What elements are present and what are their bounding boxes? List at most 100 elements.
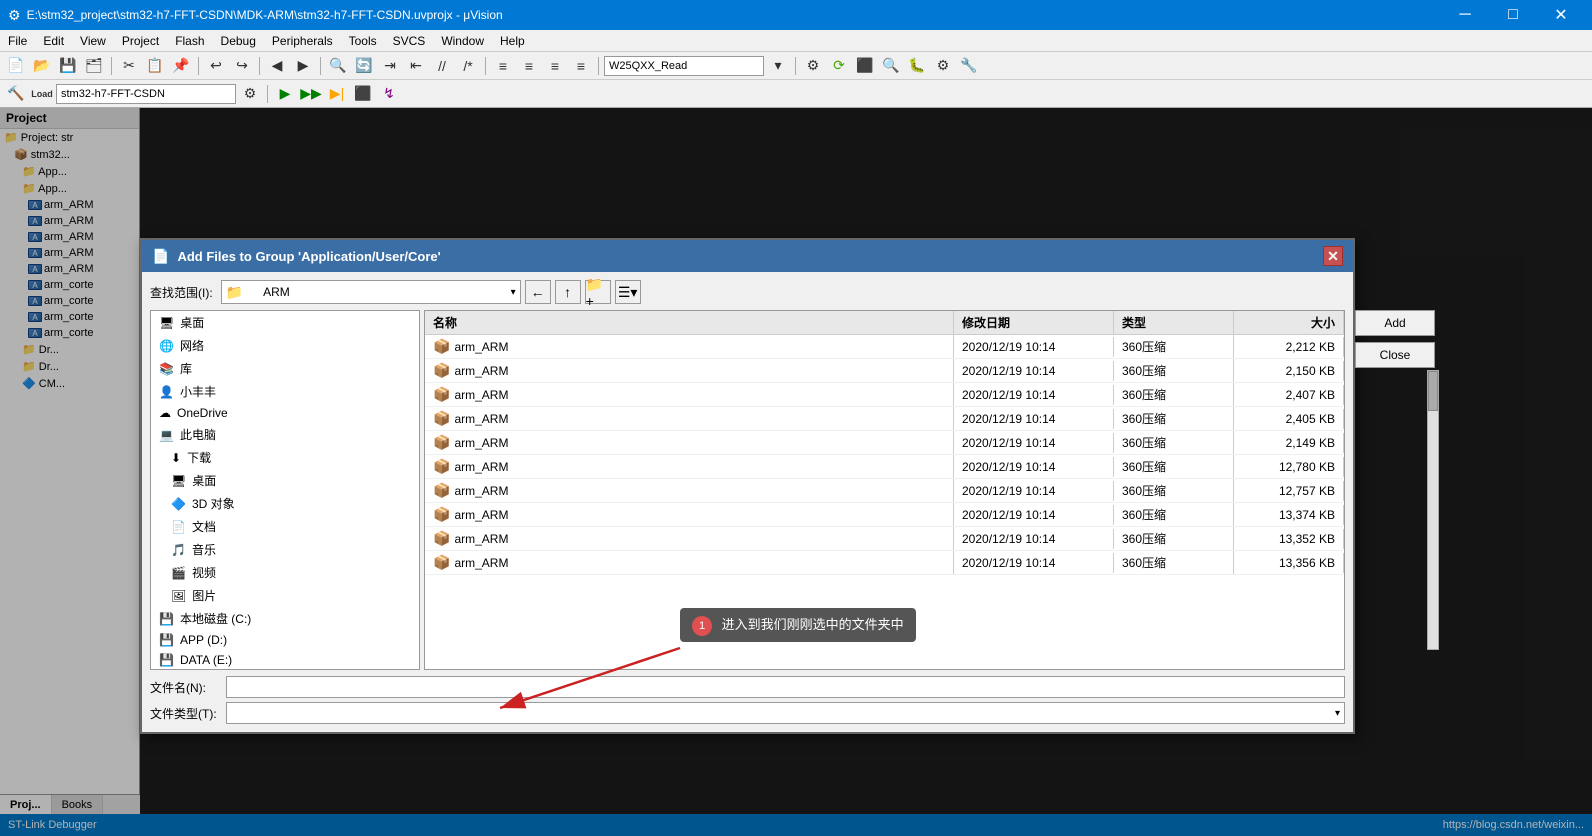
play-btn[interactable]: ▶| [325,83,349,105]
config-btn[interactable]: ⚙ [801,55,825,77]
file-row-4[interactable]: 📦arm_ARM 2020/12/19 10:14 360压缩 2,149 KB [425,431,1344,455]
menu-tools[interactable]: Tools [341,30,385,51]
nav-tree-onedrive[interactable]: ☁ OneDrive [151,403,419,423]
file-row-3[interactable]: 📦arm_ARM 2020/12/19 10:14 360压缩 2,405 KB [425,407,1344,431]
nav-tree-video[interactable]: 🎬 视频 [151,561,419,584]
menu-peripherals[interactable]: Peripherals [264,30,341,51]
forward-btn[interactable]: ▶ [291,55,315,77]
menu-edit[interactable]: Edit [35,30,72,51]
stop2-btn[interactable]: ⬛ [351,83,375,105]
nav-tree-desktop2[interactable]: 🖥 桌面 [151,469,419,492]
nav-tree-3d[interactable]: 🔷 3D 对象 [151,492,419,515]
project-dropdown[interactable]: stm32-h7-FFT-CSDN [56,84,236,104]
menu-help[interactable]: Help [492,30,533,51]
scrollbar[interactable] [1427,370,1439,650]
close-button[interactable]: ✕ [1538,0,1584,30]
file-icon-5: 📦 [433,458,450,474]
nav-new-folder-button[interactable]: 📁+ [585,280,611,304]
menu-window[interactable]: Window [433,30,492,51]
indent-btn[interactable]: ⇥ [378,55,402,77]
outdent-btn[interactable]: ⇤ [404,55,428,77]
col2-btn[interactable]: ≡ [517,55,541,77]
open-btn[interactable]: 📂 [30,55,54,77]
search2-btn[interactable]: 🔍 [879,55,903,77]
file-row-2[interactable]: 📦arm_ARM 2020/12/19 10:14 360压缩 2,407 KB [425,383,1344,407]
replace-btn[interactable]: 🔄 [352,55,376,77]
nav-up-button[interactable]: ↑ [555,280,581,304]
nav-back-button[interactable]: ← [525,280,551,304]
run1-btn[interactable]: ▶ [273,83,297,105]
nav-tree-ddrive[interactable]: 💾 APP (D:) [151,630,419,650]
step-btn[interactable]: ↯ [377,83,401,105]
load-btn[interactable]: Load [30,83,54,105]
settings3-btn[interactable]: ⚙ [238,83,262,105]
minimize-button[interactable]: ─ [1442,0,1488,30]
file-icon-4: 📦 [433,434,450,450]
save-all-btn[interactable]: 🗂 [82,55,106,77]
add-button[interactable]: Add [1355,310,1435,336]
cut-btn[interactable]: ✂ [117,55,141,77]
nav-tree-pictures[interactable]: 🖼 图片 [151,584,419,607]
file-row-0[interactable]: 📦arm_ARM 2020/12/19 10:14 360压缩 2,212 KB [425,335,1344,359]
nav-tree-downloads[interactable]: ⬇ 下载 [151,446,419,469]
title-bar: ⚙ E:\stm32_project\stm32-h7-FFT-CSDN\MDK… [0,0,1592,30]
save-btn[interactable]: 💾 [56,55,80,77]
stop-btn[interactable]: ⬛ [853,55,877,77]
copy-btn[interactable]: 📋 [143,55,167,77]
settings2-btn[interactable]: ⚙ [931,55,955,77]
download-icon: ⬇ [171,451,181,465]
menu-file[interactable]: File [0,30,35,51]
file-row-9[interactable]: 📦arm_ARM 2020/12/19 10:14 360压缩 13,356 K… [425,551,1344,575]
file-row-5[interactable]: 📦arm_ARM 2020/12/19 10:14 360压缩 12,780 K… [425,455,1344,479]
nav-tree-docs[interactable]: 📄 文档 [151,515,419,538]
rebuild-btn[interactable]: 🔨 [4,83,28,105]
paste-btn[interactable]: 📌 [169,55,193,77]
new-file-btn[interactable]: 📄 [4,55,28,77]
options-btn[interactable]: 🔧 [957,55,981,77]
col3-btn[interactable]: ≡ [543,55,567,77]
redo-btn[interactable]: ↪ [230,55,254,77]
sep1 [111,57,112,75]
nav-tree-library[interactable]: 📚 库 [151,357,419,380]
menu-view[interactable]: View [72,30,114,51]
menu-flash[interactable]: Flash [167,30,212,51]
debug2-btn[interactable]: 🐛 [905,55,929,77]
undo-btn[interactable]: ↩ [204,55,228,77]
nav-tree-cdrive[interactable]: 💾 本地磁盘 (C:) [151,607,419,630]
nav-tree-music[interactable]: 🎵 音乐 [151,538,419,561]
scrollbar-thumb[interactable] [1428,371,1438,411]
col-date: 修改日期 [954,311,1114,334]
find-btn[interactable]: 🔍 [326,55,350,77]
cdrive-icon: 💾 [159,612,174,626]
target-dropdown[interactable]: W25QXX_Read [604,56,764,76]
menu-project[interactable]: Project [114,30,167,51]
debug-arrow-btn[interactable]: ▾ [766,55,790,77]
nav-tree-edrive[interactable]: 💾 DATA (E:) [151,650,419,670]
col-btn[interactable]: ≡ [491,55,515,77]
menu-svcs[interactable]: SVCS [385,30,434,51]
col4-btn[interactable]: ≡ [569,55,593,77]
file-row-1[interactable]: 📦arm_ARM 2020/12/19 10:14 360压缩 2,150 KB [425,359,1344,383]
nav-tree-thispc[interactable]: 💻 此电脑 [151,423,419,446]
file-row-7[interactable]: 📦arm_ARM 2020/12/19 10:14 360压缩 13,374 K… [425,503,1344,527]
nav-tree-desktop[interactable]: 🖥 桌面 [151,311,419,334]
tooltip-text: 进入到我们刚刚选中的文件夹中 [722,617,904,632]
back-btn[interactable]: ◀ [265,55,289,77]
close-button[interactable]: Close [1355,342,1435,368]
filetype-dropdown[interactable]: ▾ [226,702,1345,724]
nav-tree-user[interactable]: 👤 小丰丰 [151,380,419,403]
folder-dropdown[interactable]: 📁 ARM ▾ [221,280,521,304]
uncomment-btn[interactable]: /* [456,55,480,77]
file-row-6[interactable]: 📦arm_ARM 2020/12/19 10:14 360压缩 12,757 K… [425,479,1344,503]
maximize-button[interactable]: □ [1490,0,1536,30]
dialog-close-x-button[interactable]: ✕ [1323,246,1343,266]
filename-input[interactable] [226,676,1345,698]
nav-tree-network[interactable]: 🌐 网络 [151,334,419,357]
menu-debug[interactable]: Debug [213,30,264,51]
comment-btn[interactable]: // [430,55,454,77]
nav-view-button[interactable]: ☰▾ [615,280,641,304]
file-row-8[interactable]: 📦arm_ARM 2020/12/19 10:14 360压缩 13,352 K… [425,527,1344,551]
sep5 [485,57,486,75]
run2-btn[interactable]: ▶▶ [299,83,323,105]
build-btn[interactable]: ⟳ [827,55,851,77]
